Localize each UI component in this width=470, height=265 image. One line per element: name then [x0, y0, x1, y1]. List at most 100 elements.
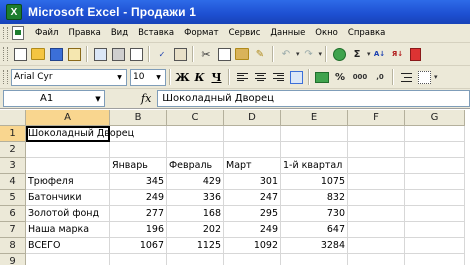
cell-e7[interactable]: 647 — [281, 222, 348, 238]
percent-button[interactable]: % — [332, 69, 348, 85]
cell-c5[interactable]: 336 — [167, 190, 224, 206]
menu-tools[interactable]: Сервис — [224, 28, 266, 38]
cell-c4[interactable]: 429 — [167, 174, 224, 190]
cell-g2[interactable] — [405, 142, 465, 158]
currency-icon[interactable] — [314, 69, 330, 85]
cell-c6[interactable]: 168 — [167, 206, 224, 222]
underline-button[interactable]: Ч — [208, 69, 225, 85]
spelling-icon[interactable]: ✓ — [154, 46, 170, 62]
cell-a9[interactable] — [26, 254, 110, 265]
column-header-f[interactable]: F — [348, 110, 405, 126]
cell-d8[interactable]: 1092 — [224, 238, 281, 254]
cell-c3[interactable]: Февраль — [167, 158, 224, 174]
row-header-8[interactable]: 8 — [0, 238, 26, 254]
cell-b4[interactable]: 345 — [110, 174, 167, 190]
cell-c9[interactable] — [167, 254, 224, 265]
cell-d6[interactable]: 295 — [224, 206, 281, 222]
print-preview-icon[interactable] — [128, 46, 144, 62]
menu-data[interactable]: Данные — [265, 28, 310, 38]
font-size-select[interactable]: 10 ▼ — [130, 68, 166, 86]
cell-f8[interactable] — [348, 238, 405, 254]
cell-g9[interactable] — [405, 254, 465, 265]
cell-d1[interactable] — [224, 126, 281, 142]
cell-f2[interactable] — [348, 142, 405, 158]
cell-a7[interactable]: Наша марка — [26, 222, 110, 238]
cell-f3[interactable] — [348, 158, 405, 174]
row-header-6[interactable]: 6 — [0, 206, 26, 222]
cell-e3[interactable]: 1-й квартал — [281, 158, 348, 174]
open-icon[interactable] — [30, 46, 46, 62]
cell-g3[interactable] — [405, 158, 465, 174]
cell-f9[interactable] — [348, 254, 405, 265]
cell-f1[interactable] — [348, 126, 405, 142]
cell-d2[interactable] — [224, 142, 281, 158]
redo-dropdown-icon[interactable]: ▾ — [319, 50, 323, 58]
cell-d7[interactable]: 249 — [224, 222, 281, 238]
cell-b5[interactable]: 249 — [110, 190, 167, 206]
email-icon[interactable] — [92, 46, 108, 62]
column-header-b[interactable]: B — [110, 110, 167, 126]
cell-c2[interactable] — [167, 142, 224, 158]
align-right-icon[interactable] — [270, 69, 286, 85]
menu-insert[interactable]: Вставка — [133, 28, 179, 38]
menu-help[interactable]: Справка — [343, 28, 390, 38]
menu-format[interactable]: Формат — [179, 28, 224, 38]
cell-a4[interactable]: Трюфеля — [26, 174, 110, 190]
cell-e2[interactable] — [281, 142, 348, 158]
bold-button[interactable]: Ж — [174, 69, 191, 85]
cell-b6[interactable]: 277 — [110, 206, 167, 222]
chevron-down-icon[interactable]: ▼ — [92, 95, 104, 103]
cell-g1[interactable] — [405, 126, 465, 142]
format-painter-icon[interactable]: ✎ — [252, 46, 268, 62]
column-header-e[interactable]: E — [281, 110, 348, 126]
cell-d9[interactable] — [224, 254, 281, 265]
cell-a6[interactable]: Золотой фонд — [26, 206, 110, 222]
cell-d4[interactable]: 301 — [224, 174, 281, 190]
borders-icon[interactable] — [416, 69, 432, 85]
select-all-corner[interactable] — [0, 110, 26, 126]
toolbar-grip[interactable] — [3, 70, 8, 84]
cell-b9[interactable] — [110, 254, 167, 265]
cell-c8[interactable]: 1125 — [167, 238, 224, 254]
menu-view[interactable]: Вид — [106, 28, 133, 38]
workbook-icon[interactable] — [12, 26, 24, 40]
sort-descending-icon[interactable]: Я↓ — [390, 46, 406, 62]
paste-icon[interactable] — [234, 46, 250, 62]
cell-e9[interactable] — [281, 254, 348, 265]
cell-a5[interactable]: Батончики — [26, 190, 110, 206]
borders-dropdown-icon[interactable]: ▾ — [434, 73, 438, 81]
row-header-2[interactable]: 2 — [0, 142, 26, 158]
undo-dropdown-icon[interactable]: ▾ — [296, 50, 300, 58]
autosum-icon[interactable]: Σ — [349, 46, 365, 62]
cell-e5[interactable]: 832 — [281, 190, 348, 206]
undo-icon[interactable]: ↶ — [278, 46, 294, 62]
cell-g4[interactable] — [405, 174, 465, 190]
cell-g5[interactable] — [405, 190, 465, 206]
chevron-down-icon[interactable]: ▼ — [115, 71, 124, 84]
cell-d3[interactable]: Март — [224, 158, 281, 174]
cell-b2[interactable] — [110, 142, 167, 158]
redo-icon[interactable]: ↷ — [301, 46, 317, 62]
decrease-indent-icon[interactable] — [398, 69, 414, 85]
cell-c7[interactable]: 202 — [167, 222, 224, 238]
cell-e4[interactable]: 1075 — [281, 174, 348, 190]
cell-e6[interactable]: 730 — [281, 206, 348, 222]
column-header-a[interactable]: A — [26, 110, 110, 126]
cell-a3[interactable] — [26, 158, 110, 174]
formula-input[interactable]: Шоколадный Дворец — [157, 90, 470, 107]
cell-a1[interactable]: Шоколадный Дворец — [26, 126, 134, 142]
cut-icon[interactable]: ✂ — [198, 46, 214, 62]
italic-button[interactable]: К — [191, 69, 208, 85]
name-box[interactable]: A1 ▼ — [3, 90, 105, 107]
font-name-select[interactable]: Arial Cyr ▼ — [11, 68, 127, 86]
column-header-g[interactable]: G — [405, 110, 465, 126]
cell-g6[interactable] — [405, 206, 465, 222]
new-icon[interactable] — [12, 46, 28, 62]
hyperlink-icon[interactable] — [331, 46, 347, 62]
row-header-4[interactable]: 4 — [0, 174, 26, 190]
row-header-7[interactable]: 7 — [0, 222, 26, 238]
menu-grip[interactable] — [3, 27, 8, 39]
cell-e8[interactable]: 3284 — [281, 238, 348, 254]
chevron-down-icon[interactable]: ▼ — [154, 71, 163, 84]
cell-a8[interactable]: ВСЕГО — [26, 238, 110, 254]
